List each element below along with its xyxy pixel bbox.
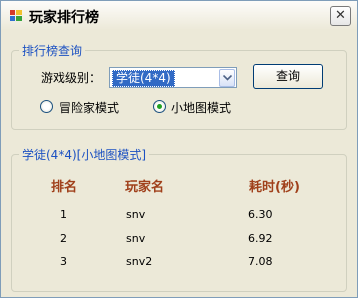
query-button[interactable]: 查询 bbox=[253, 64, 323, 89]
minimap-mode-radio[interactable] bbox=[153, 100, 166, 113]
time-cell: 6.92 bbox=[248, 232, 273, 245]
player-cell: snv2 bbox=[126, 255, 153, 268]
leaderboard-window: 玩家排行榜 ✕ 排行榜查询 游戏级别： 学徒(4*4) 查询 冒险家模式 小地图… bbox=[0, 0, 358, 298]
dropdown-button[interactable] bbox=[219, 69, 235, 87]
query-groupbox bbox=[11, 50, 347, 130]
app-icon bbox=[10, 10, 22, 21]
time-cell: 6.30 bbox=[248, 208, 273, 221]
adventurer-mode-label[interactable]: 冒险家模式 bbox=[59, 99, 119, 116]
radio-selected-dot bbox=[157, 104, 162, 109]
rank-cell: 1 bbox=[60, 208, 67, 221]
query-group-legend: 排行榜查询 bbox=[19, 42, 86, 59]
client-area: 排行榜查询 游戏级别： 学徒(4*4) 查询 冒险家模式 小地图模式 学徒(4*… bbox=[5, 31, 353, 293]
rank-cell: 2 bbox=[60, 232, 67, 245]
game-level-label: 游戏级别： bbox=[41, 71, 102, 85]
game-level-selected-value: 学徒(4*4) bbox=[112, 70, 175, 87]
adventurer-mode-radio[interactable] bbox=[40, 100, 53, 113]
minimap-mode-label[interactable]: 小地图模式 bbox=[171, 99, 231, 116]
results-groupbox bbox=[11, 154, 347, 292]
time-cell: 7.08 bbox=[248, 255, 273, 268]
game-level-select[interactable]: 学徒(4*4) bbox=[109, 67, 237, 88]
player-cell: snv bbox=[126, 232, 146, 245]
close-button[interactable]: ✕ bbox=[330, 6, 351, 26]
chevron-down-icon bbox=[223, 75, 232, 81]
query-button-label: 查询 bbox=[275, 69, 300, 83]
rank-cell: 3 bbox=[60, 255, 67, 268]
player-cell: snv bbox=[126, 208, 146, 221]
results-group-legend: 学徒(4*4)[小地图模式] bbox=[19, 146, 149, 163]
time-column-header: 耗时(秒) bbox=[249, 180, 300, 195]
rank-column-header: 排名 bbox=[51, 180, 78, 195]
window-title: 玩家排行榜 bbox=[29, 10, 99, 26]
close-icon: ✕ bbox=[335, 8, 346, 23]
title-bar[interactable]: 玩家排行榜 ✕ bbox=[1, 1, 357, 30]
player-column-header: 玩家名 bbox=[125, 180, 165, 195]
